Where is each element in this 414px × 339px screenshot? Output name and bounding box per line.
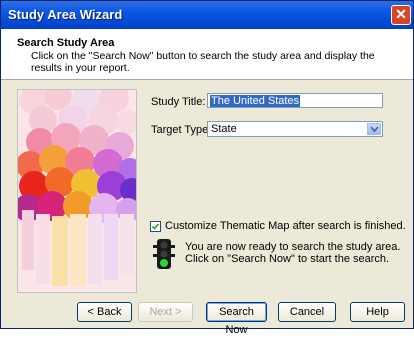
customize-checkbox[interactable] — [150, 221, 161, 232]
study-title-label: Study Title: — [151, 96, 206, 108]
customize-label: Customize Thematic Map after search is f… — [165, 220, 406, 232]
page-description: Click on the "Search Now" button to sear… — [31, 50, 375, 74]
ready-message: You are now ready to search the study ar… — [185, 241, 401, 265]
close-icon: ✕ — [395, 6, 407, 22]
target-type-select[interactable]: State — [207, 121, 383, 137]
target-type-value: State — [211, 123, 237, 135]
help-button[interactable]: Help — [350, 302, 405, 322]
close-button[interactable]: ✕ — [391, 5, 411, 25]
wizard-header: Search Study Area Click on the "Search N… — [1, 29, 413, 80]
next-button[interactable]: Next > — [138, 302, 193, 322]
checkmark-icon — [151, 223, 160, 230]
study-title-input[interactable]: The United States — [207, 93, 383, 108]
wizard-window: Study Area Wizard ✕ Search Study Area Cl… — [0, 0, 414, 336]
map-illustration-icon — [18, 90, 136, 292]
title-bar[interactable]: Study Area Wizard ✕ — [1, 1, 413, 29]
study-title-value: The United States — [210, 95, 301, 107]
search-now-button[interactable]: Search Now — [206, 302, 267, 336]
target-type-label: Target Type: — [151, 124, 212, 136]
wizard-illustration — [17, 89, 137, 293]
back-button[interactable]: < Back — [77, 302, 132, 322]
chevron-down-icon[interactable] — [367, 123, 381, 135]
cancel-button[interactable]: Cancel — [278, 302, 336, 322]
page-title: Search Study Area — [17, 37, 115, 49]
traffic-light-icon — [153, 239, 175, 269]
window-title: Study Area Wizard — [8, 7, 123, 22]
